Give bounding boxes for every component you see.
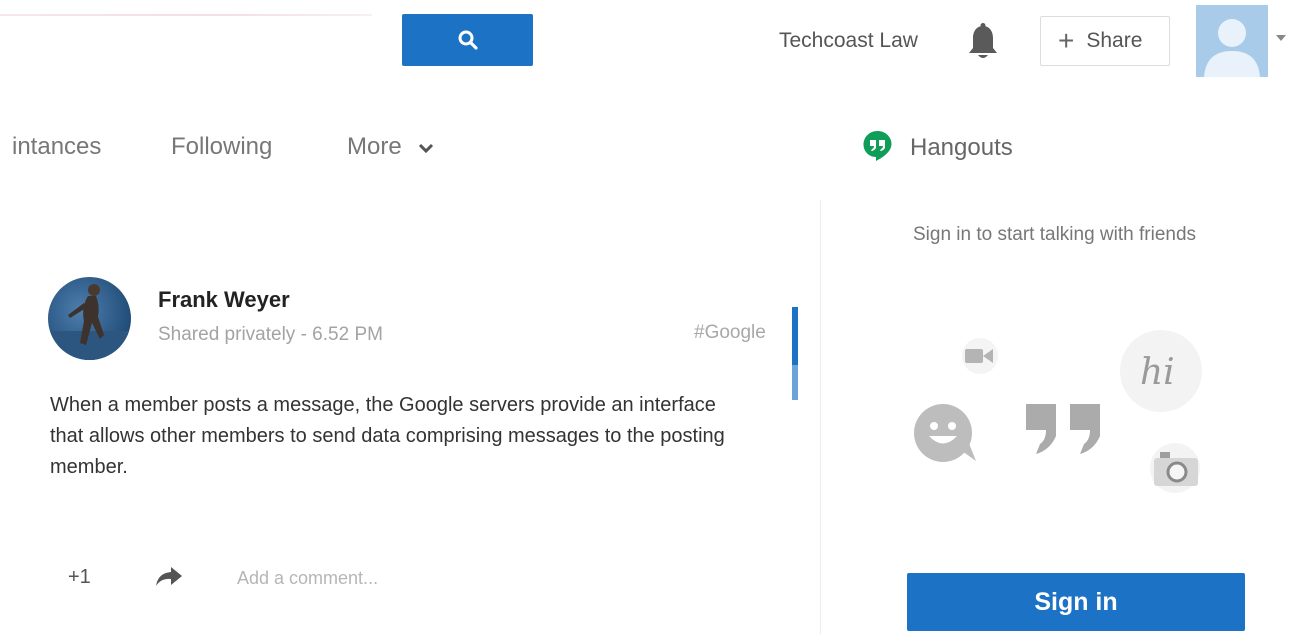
camera-icon bbox=[1150, 443, 1200, 493]
share-label: Share bbox=[1086, 29, 1143, 52]
tab-more[interactable]: More bbox=[347, 133, 434, 161]
search-bar-underline bbox=[0, 14, 372, 16]
search-icon bbox=[458, 30, 478, 50]
plus-one-button[interactable]: +1 bbox=[68, 566, 91, 589]
hi-text: hi bbox=[1140, 352, 1175, 393]
quote-marks-icon bbox=[1026, 404, 1100, 454]
panel-divider bbox=[820, 200, 821, 634]
hangouts-prompt: Sign in to start talking with friends bbox=[913, 224, 1197, 245]
account-name[interactable]: Techcoast Law bbox=[779, 29, 918, 53]
comment-input[interactable] bbox=[237, 563, 537, 593]
post-meta: Shared privately - 6.52 PM bbox=[158, 324, 383, 345]
tab-more-label: More bbox=[347, 133, 402, 160]
smiley-icon bbox=[914, 404, 976, 462]
plus-icon: + bbox=[1058, 25, 1075, 56]
tab-following[interactable]: Following bbox=[171, 133, 272, 161]
post-body: When a member posts a message, the Googl… bbox=[50, 394, 725, 478]
person-photo-icon bbox=[48, 284, 131, 360]
tab-acquaintances[interactable]: intances bbox=[12, 133, 101, 161]
profile-silhouette-icon bbox=[1204, 19, 1260, 77]
search-button[interactable] bbox=[402, 14, 533, 66]
video-camera-icon bbox=[962, 338, 998, 374]
chevron-down-icon bbox=[419, 143, 434, 153]
share-button[interactable]: + Share bbox=[1040, 16, 1170, 66]
post-hashtag[interactable]: #Google bbox=[694, 322, 766, 344]
hangouts-title: Hangouts bbox=[910, 134, 1013, 161]
post-author-name[interactable]: Frank Weyer bbox=[158, 287, 290, 313]
avatar[interactable] bbox=[1196, 5, 1268, 77]
reshare-icon[interactable] bbox=[155, 566, 183, 588]
bell-icon[interactable] bbox=[966, 22, 1000, 62]
post-author-avatar[interactable] bbox=[48, 277, 131, 360]
sign-in-button[interactable]: Sign in bbox=[907, 573, 1245, 631]
account-menu-caret-icon[interactable] bbox=[1276, 35, 1286, 41]
post-scroll-indicator bbox=[792, 307, 798, 400]
hangouts-icon bbox=[863, 131, 892, 161]
